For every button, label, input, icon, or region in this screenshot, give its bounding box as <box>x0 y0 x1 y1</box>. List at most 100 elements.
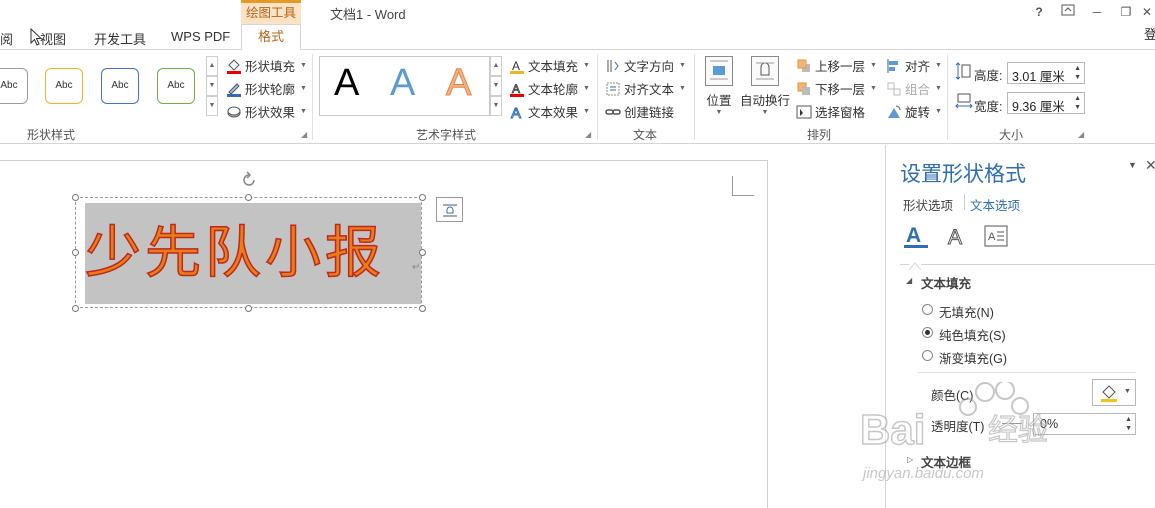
align-button[interactable]: 对齐 ▼ <box>886 56 942 75</box>
wrap-text-button[interactable]: 自动换行 ▼ <box>740 56 790 116</box>
shape-style-option[interactable]: Abc <box>157 68 195 104</box>
minimize-button[interactable]: ─ <box>1084 2 1110 22</box>
option-solid-fill[interactable]: 纯色填充(S) <box>939 325 1006 344</box>
selection-pane-label: 选择窗格 <box>815 106 866 120</box>
close-button[interactable]: ✕ <box>1139 2 1155 22</box>
group-separator <box>312 54 313 140</box>
layout-options-button[interactable] <box>436 197 463 222</box>
transparency-spinner[interactable]: ▲ ▼ <box>1125 415 1132 433</box>
text-direction-button[interactable]: 文字方向 ▼ <box>605 56 686 75</box>
gallery-scroll-down[interactable]: ▼ <box>206 76 218 96</box>
bring-forward-button[interactable]: 上移一层 ▼ <box>796 56 877 75</box>
transparency-value: 0% <box>1040 417 1059 431</box>
gallery-more[interactable]: ▼ <box>206 96 218 116</box>
resize-handle[interactable] <box>72 249 79 256</box>
wordart-style-option[interactable]: A <box>390 62 415 105</box>
section-expanded-icon[interactable]: ◢ <box>906 276 912 285</box>
text-fill-outline-icon[interactable]: A <box>902 222 930 253</box>
svg-text:A: A <box>948 226 962 249</box>
tab-text-options[interactable]: 文本选项 <box>970 195 1020 214</box>
layout-properties-icon[interactable]: A <box>984 225 1008 250</box>
rotate-handle-icon[interactable] <box>240 171 258 192</box>
shape-outline-button[interactable]: 形状轮廓 ▼ <box>226 79 307 98</box>
shape-effects-button[interactable]: 形状效果 ▼ <box>226 102 307 121</box>
ribbon-display-options-icon[interactable] <box>1055 2 1081 22</box>
section-collapsed-icon[interactable]: ▷ <box>907 455 913 464</box>
resize-handle[interactable] <box>419 194 426 201</box>
layout-options-icon <box>441 201 459 222</box>
text-effects-pane-icon[interactable]: A <box>944 222 970 253</box>
help-button[interactable]: ? <box>1026 2 1052 22</box>
width-input[interactable]: 9.36 厘米 ▲ ▼ <box>1007 92 1085 114</box>
tab-shape-options[interactable]: 形状选项 <box>903 195 953 214</box>
dialog-launcher-icon[interactable]: ◢ <box>1078 130 1084 139</box>
width-label: 宽度: <box>974 100 1003 114</box>
shape-style-option[interactable]: Abc <box>101 68 139 104</box>
drawing-tools-header: 绘图工具 <box>241 0 301 24</box>
tab-view[interactable]: 视图 <box>40 29 66 48</box>
section-text-border[interactable]: 文本边框 <box>921 452 971 471</box>
create-link-button[interactable]: 创建链接 <box>605 102 674 121</box>
option-no-fill[interactable]: 无填充(N) <box>939 302 994 321</box>
tab-wps-pdf[interactable]: WPS PDF <box>171 29 230 44</box>
bring-forward-label: 上移一层 <box>815 60 866 74</box>
gallery-scroll-up[interactable]: ▲ <box>206 56 218 76</box>
rotate-button[interactable]: 旋转 ▼ <box>886 102 942 121</box>
text-effects-button[interactable]: A 文本效果 ▼ <box>509 102 590 122</box>
margin-corner-mark <box>732 176 754 196</box>
text-fill-button[interactable]: A 文本填充 ▼ <box>509 56 590 75</box>
height-spinner[interactable]: ▲ ▼ <box>1074 64 1081 82</box>
wordart-style-option[interactable]: A <box>334 62 359 105</box>
radio-solid-fill[interactable] <box>922 327 933 338</box>
position-button[interactable]: 位置 ▼ <box>702 56 736 116</box>
group-button[interactable]: 组合 ▼ <box>886 79 942 98</box>
pane-close-button[interactable]: ✕ <box>1145 157 1155 174</box>
gallery-scroll-up[interactable]: ▲ <box>490 56 502 76</box>
gallery-more[interactable]: ▼ <box>490 96 502 116</box>
pointer-notch <box>908 259 922 271</box>
position-label: 位置 <box>706 94 732 108</box>
sign-in-link[interactable]: 登 <box>1144 24 1155 43</box>
resize-handle[interactable] <box>245 194 252 201</box>
dialog-launcher-icon[interactable]: ◢ <box>301 130 307 139</box>
tab-divider <box>964 194 965 210</box>
transparency-input[interactable]: 0% ▲ ▼ <box>1033 413 1136 435</box>
wrap-text-icon <box>751 56 779 86</box>
text-effects-icon: A <box>509 104 525 122</box>
tab-review[interactable]: 阅 <box>0 29 13 48</box>
wordart-text[interactable]: 少先队小报 <box>84 208 385 289</box>
resize-handle[interactable] <box>245 305 252 312</box>
gallery-scroll-down[interactable]: ▼ <box>490 76 502 96</box>
text-outline-button[interactable]: A 文本轮廓 ▼ <box>509 79 590 98</box>
section-text-fill[interactable]: 文本填充 <box>921 273 971 292</box>
pane-options-icon[interactable]: ▼ <box>1128 160 1137 170</box>
align-text-button[interactable]: 对齐文本 ▼ <box>605 79 686 98</box>
wordart-style-option[interactable]: A <box>445 62 471 105</box>
resize-handle[interactable] <box>72 194 79 201</box>
wrap-text-label: 自动换行 <box>740 94 791 108</box>
tab-format[interactable]: 格式 <box>241 24 301 51</box>
resize-handle[interactable] <box>72 305 79 312</box>
restore-button[interactable]: ❐ <box>1113 2 1139 22</box>
radio-gradient-fill[interactable] <box>922 350 933 361</box>
option-gradient-fill[interactable]: 渐变填充(G) <box>939 348 1007 367</box>
shape-style-option[interactable]: Abc <box>0 68 28 104</box>
paint-bucket-icon <box>1100 384 1118 405</box>
radio-no-fill[interactable] <box>922 304 933 315</box>
height-input[interactable]: 3.01 厘米 ▲ ▼ <box>1007 62 1085 84</box>
send-backward-button[interactable]: 下移一层 ▼ <box>796 79 877 98</box>
width-spinner[interactable]: ▲ ▼ <box>1074 94 1081 112</box>
shape-fill-button[interactable]: 形状填充 ▼ <box>226 56 307 75</box>
tab-developer[interactable]: 开发工具 <box>94 29 146 48</box>
link-icon <box>605 104 621 120</box>
resize-handle[interactable] <box>419 305 426 312</box>
pencil-icon <box>226 81 242 97</box>
resize-handle[interactable] <box>419 249 426 256</box>
group-separator <box>597 54 598 140</box>
dialog-launcher-icon[interactable]: ◢ <box>585 130 591 139</box>
transparency-slider[interactable] <box>1002 423 1022 424</box>
shape-style-option[interactable]: Abc <box>45 68 83 104</box>
title-bar: 文档1 - Word ? ─ ❐ ✕ <box>0 0 1155 24</box>
selection-pane-button[interactable]: 选择窗格 <box>796 102 865 121</box>
color-picker-button[interactable]: ▼ <box>1092 379 1136 406</box>
